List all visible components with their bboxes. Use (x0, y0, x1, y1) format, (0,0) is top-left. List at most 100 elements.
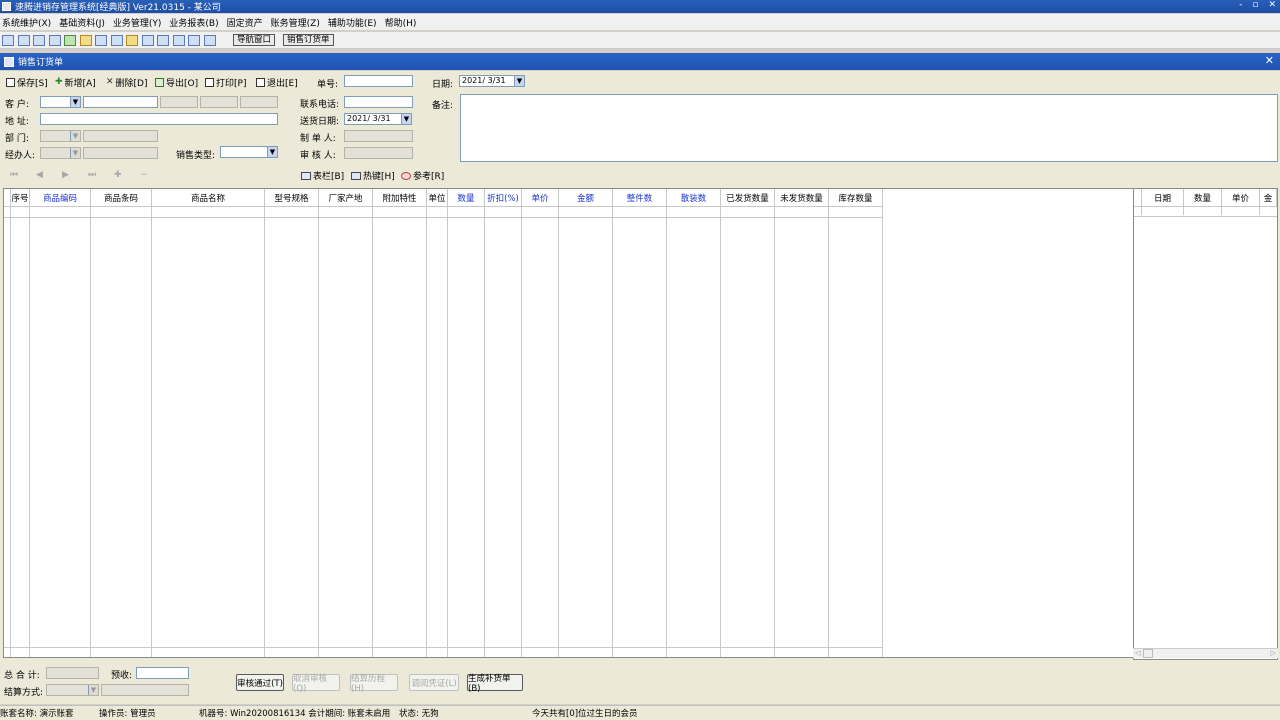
next-record-icon[interactable]: ▶ (62, 170, 69, 180)
printer-icon[interactable] (172, 34, 185, 46)
customer-input[interactable] (83, 96, 158, 108)
scroll-right-icon[interactable]: ▷ (1271, 649, 1276, 657)
menu-system[interactable]: 系统维护(X) (2, 16, 51, 29)
list-icon[interactable] (17, 34, 30, 46)
table-row[interactable] (4, 217, 883, 218)
maximize-button[interactable]: ▫ (1252, 0, 1258, 10)
subwindow-close-icon[interactable]: ✕ (1265, 54, 1274, 67)
print-command[interactable]: 打印[P] (205, 75, 246, 89)
dept-select[interactable]: ▼ (40, 130, 81, 142)
insert-row-icon[interactable]: ✚ (114, 170, 122, 180)
chart-icon[interactable] (64, 34, 76, 46)
exit-icon[interactable] (203, 34, 216, 46)
col-header-discount[interactable]: 折扣(%) (485, 189, 522, 207)
prev-record-icon[interactable]: ◀ (36, 170, 43, 180)
chevron-down-icon[interactable]: ▼ (70, 131, 80, 141)
date-label: 日期: (432, 80, 454, 90)
col-header-barcode[interactable]: 商品条码 (91, 189, 152, 207)
save-command[interactable]: 保存[S] (6, 75, 48, 89)
history-grid[interactable]: 日期 数量 单价 金 (1133, 188, 1278, 660)
menu-reports[interactable]: 业务报表(B) (169, 16, 218, 29)
generate-restock-button[interactable]: 生成补货单(B) (467, 674, 523, 694)
chevron-down-icon[interactable]: ▼ (70, 97, 80, 107)
items-grid[interactable]: 序号 商品编码 商品条码 商品名称 型号规格 厂家产地 附加特性 单位 数量 折… (3, 188, 883, 658)
col-header-bulk[interactable]: 散装数 (667, 189, 721, 207)
chevron-down-icon[interactable]: ▼ (401, 114, 411, 124)
col-header-whole[interactable]: 整件数 (613, 189, 667, 207)
menu-basic-data[interactable]: 基础资料(J) (59, 16, 105, 29)
refresh-icon[interactable] (79, 34, 92, 46)
cancel-approve-button[interactable]: 取消审核(Q) (292, 674, 340, 694)
copy-icon[interactable] (33, 34, 45, 46)
close-button[interactable]: ✕ (1268, 0, 1276, 10)
settlement-history-button[interactable]: 结算历程(H) (350, 674, 398, 694)
export-command[interactable]: 导出[O] (155, 75, 198, 89)
col-header-seq[interactable]: 序号 (11, 189, 30, 207)
help-icon[interactable] (188, 34, 200, 46)
col-header-spec[interactable]: 型号规格 (265, 189, 319, 207)
delete-command[interactable]: ✕ 删除[D] (106, 75, 148, 89)
menu-help[interactable]: 帮助(H) (385, 16, 417, 29)
report-icon[interactable] (110, 34, 123, 46)
col-header-price[interactable]: 单价 (522, 189, 559, 207)
handler-select[interactable]: ▼ (40, 147, 81, 159)
add-command[interactable]: ✚ 新增[A] (55, 75, 96, 89)
total-row-separator (4, 647, 883, 648)
scroll-left-icon[interactable]: ◁ (1135, 649, 1140, 657)
chevron-down-icon[interactable]: ▼ (514, 76, 524, 86)
hotkeys-button[interactable]: 热键[H] (351, 169, 395, 182)
menu-business[interactable]: 业务管理(Y) (113, 16, 162, 29)
col-header-name[interactable]: 商品名称 (152, 189, 265, 207)
col-header-stock[interactable]: 库存数量 (829, 189, 883, 207)
last-record-icon[interactable]: ⏭ (88, 170, 96, 180)
save-disk-icon[interactable] (157, 34, 169, 46)
menu-accounts[interactable]: 账务管理(Z) (271, 16, 320, 29)
customer-info-field (200, 96, 238, 108)
sales-order-button[interactable]: 销售订货单 (283, 34, 334, 46)
side-col-price[interactable]: 单价 (1222, 189, 1260, 207)
delete-row-icon[interactable]: − (140, 170, 148, 180)
folder-icon[interactable] (126, 34, 138, 46)
minimize-button[interactable]: - (1239, 0, 1242, 10)
keyboard-icon[interactable] (141, 34, 154, 46)
users-icon[interactable] (95, 34, 107, 46)
order-no-input[interactable] (344, 75, 413, 87)
side-horizontal-scrollbar[interactable]: ◁ ▷ (1133, 648, 1278, 658)
col-header-amount[interactable]: 金额 (559, 189, 613, 207)
menu-fixed-assets[interactable]: 固定资产 (227, 16, 263, 29)
side-col-amount[interactable]: 金 (1260, 189, 1277, 207)
exit-command[interactable]: 退出[E] (256, 75, 298, 89)
phone-input[interactable] (344, 96, 413, 108)
customer-type-select[interactable]: ▼ (40, 96, 81, 108)
document-icon[interactable] (48, 34, 61, 46)
chevron-down-icon[interactable]: ▼ (70, 148, 80, 158)
nav-window-button[interactable]: 导航窗口 (233, 34, 276, 46)
first-record-icon[interactable]: ⏮ (10, 170, 18, 180)
date-picker[interactable]: 2021/ 3/31 ▼ (459, 75, 525, 87)
columns-button[interactable]: 表栏[B] (301, 169, 344, 182)
remark-textarea[interactable] (460, 94, 1278, 162)
address-input[interactable] (40, 113, 278, 125)
col-header-unit[interactable]: 单位 (427, 189, 448, 207)
chevron-down-icon[interactable]: ▼ (88, 685, 98, 695)
scroll-thumb[interactable] (1143, 649, 1153, 658)
prepay-input[interactable] (136, 667, 189, 679)
window-icon[interactable] (2, 34, 14, 46)
sales-type-select[interactable]: ▼ (220, 146, 278, 158)
col-header-attr[interactable]: 附加特性 (373, 189, 427, 207)
side-col-date[interactable]: 日期 (1142, 189, 1184, 207)
reference-button[interactable]: 参考[R] (401, 169, 444, 182)
settle-select[interactable]: ▼ (46, 684, 99, 696)
col-header-shipped[interactable]: 已发货数量 (721, 189, 775, 207)
delivery-date-picker[interactable]: 2021/ 3/31 ▼ (344, 113, 412, 125)
col-header-unshipped[interactable]: 未发货数量 (775, 189, 829, 207)
approve-button[interactable]: 审核通过(T) (236, 674, 284, 691)
col-header-code[interactable]: 商品编码 (30, 189, 91, 207)
col-header-qty[interactable]: 数量 (448, 189, 485, 207)
menu-auxiliary[interactable]: 辅助功能(E) (328, 16, 377, 29)
side-col-qty[interactable]: 数量 (1184, 189, 1222, 207)
chevron-down-icon[interactable]: ▼ (267, 147, 277, 157)
col-header-origin[interactable]: 厂家产地 (319, 189, 373, 207)
table-row[interactable] (1134, 216, 1277, 217)
view-voucher-button[interactable]: 调阅凭证(L) (409, 674, 459, 691)
